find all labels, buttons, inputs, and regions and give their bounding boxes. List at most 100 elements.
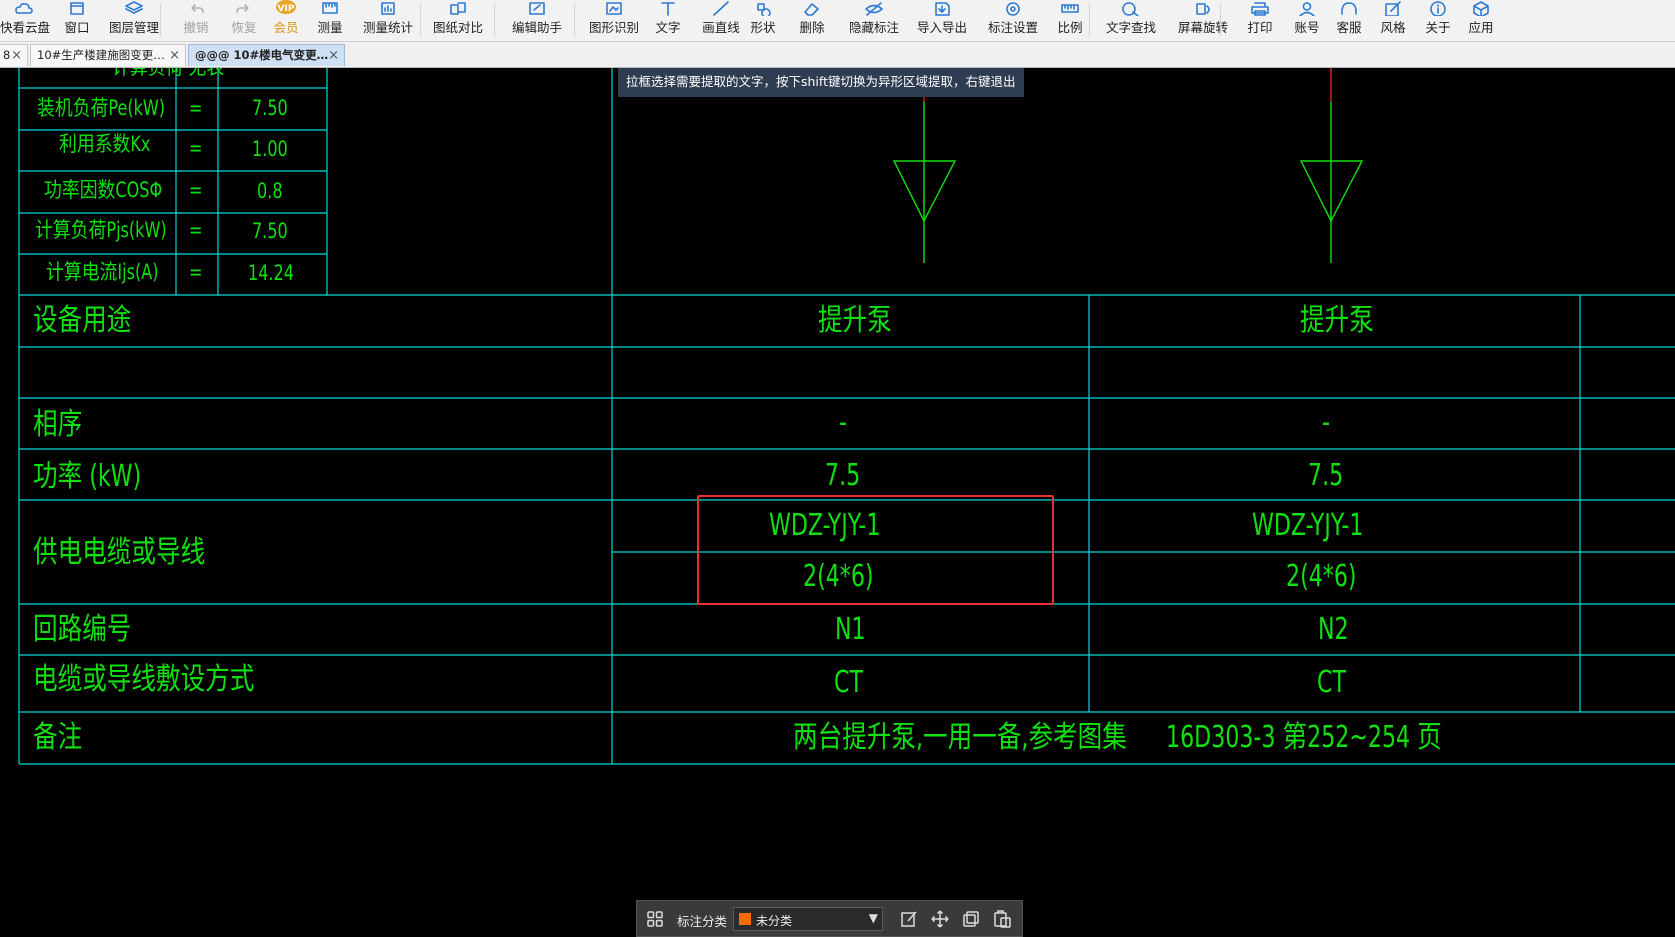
redo-icon <box>236 4 249 13</box>
toolbar-button-compare[interactable]: 图纸对比 <box>428 0 488 41</box>
toolbar-label: 图纸对比 <box>432 20 483 35</box>
toolbar-button-edit-assistant[interactable]: 编辑助手 <box>503 0 571 41</box>
toolbar-button-line[interactable]: 画直线 <box>695 0 747 41</box>
document-tab-bar: 8 × 10#生产楼建施图变更… × @@@ 10#楼电气变更… × <box>0 42 1675 68</box>
headset-icon <box>1341 2 1357 15</box>
toolbar-button-printer[interactable]: 打印 <box>1240 0 1280 41</box>
tab-document-2[interactable]: 10#生产楼建施图变更… × <box>30 44 186 66</box>
row-label-circuit: 回路编号 <box>33 612 132 647</box>
category-selected-value: 未分类 <box>756 914 793 928</box>
toolbar-label: 撤销 <box>183 20 209 35</box>
n1-laying: CT <box>834 665 863 700</box>
toolbar-button-redo[interactable]: 恢复 <box>223 0 265 41</box>
tab-document-3[interactable]: @@@ 10#楼电气变更… × <box>188 44 345 66</box>
toolbar-button-hide-eye[interactable]: 隐藏标注 <box>840 0 908 41</box>
toolbar-button-layers[interactable]: 图层管理 <box>105 0 163 41</box>
row-label-phase: 相序 <box>33 407 83 442</box>
n2-circuit: N2 <box>1318 612 1349 647</box>
copy-icon[interactable] <box>961 909 981 929</box>
toolbar-button-window[interactable]: 窗口 <box>57 0 97 41</box>
toolbar-button-style[interactable]: 风格 <box>1375 0 1411 41</box>
measure-stats-icon <box>381 2 395 15</box>
calc-value-ijs: 14.24 <box>248 261 294 285</box>
line-icon <box>713 1 729 16</box>
n1-circuit: N1 <box>835 612 866 647</box>
calc-table-partial-header: 计算负荷 无表 <box>112 68 224 78</box>
toolbar-label: 窗口 <box>64 20 90 35</box>
hide-eye-icon <box>865 2 883 16</box>
shape-recognition-icon <box>606 2 622 15</box>
toolbar-label: 测量 <box>317 20 343 35</box>
toolbar-label: 图层管理 <box>108 20 159 35</box>
close-icon[interactable]: × <box>328 45 339 66</box>
measure-icon <box>322 2 338 14</box>
toolbar-button-import-export[interactable]: 导入导出 <box>912 0 972 41</box>
vip-icon: VIP <box>276 0 296 14</box>
toolbar-button-shape[interactable]: 形状 <box>745 0 781 41</box>
calc-eq-cos: = <box>189 178 203 202</box>
toolbar-button-shape-recognition[interactable]: 图形识别 <box>582 0 646 41</box>
toolbar-button-eraser[interactable]: 删除 <box>792 0 832 41</box>
remark-text-b: 16D303-3 第252~254 页 <box>1166 720 1442 755</box>
toolbar-label: 关于 <box>1425 20 1451 35</box>
toolbar-label: 测量统计 <box>362 20 413 35</box>
toolbar-button-ruler[interactable]: 比例 <box>1050 0 1090 41</box>
toolbar-button-text[interactable]: 文字 <box>650 0 686 41</box>
toolbar-separator <box>1089 4 1090 36</box>
grid-icon[interactable] <box>645 909 665 929</box>
layers-icon <box>125 1 143 14</box>
move-icon[interactable] <box>930 909 950 929</box>
toolbar-button-cube[interactable]: 应用 <box>1463 0 1499 41</box>
n2-usage: 提升泵 <box>1300 303 1374 338</box>
toolbar-label: 删除 <box>799 20 825 35</box>
info-icon <box>1430 1 1446 16</box>
toolbar-button-rotate-screen[interactable]: 屏幕旋转 <box>1170 0 1236 41</box>
printer-icon <box>1251 2 1269 16</box>
n1-power: 7.5 <box>825 458 861 493</box>
calc-eq-pjs: = <box>189 218 203 242</box>
close-icon[interactable]: × <box>11 45 22 66</box>
edit-assistant-icon <box>529 2 545 15</box>
toolbar-label: 标注设置 <box>987 20 1038 35</box>
cube-icon <box>1473 1 1489 16</box>
edit-icon[interactable] <box>899 909 919 929</box>
user-icon <box>1299 2 1315 16</box>
paste-icon[interactable] <box>992 909 1012 929</box>
toolbar-button-text-search[interactable]: 文字查找 <box>1098 0 1164 41</box>
toolbar-button-measure[interactable]: 测量 <box>311 0 349 41</box>
calc-eq-kx: = <box>189 136 203 160</box>
drawing-canvas[interactable]: 计算负荷 无表 装机负荷Pe(kW) = 7.50 利用系数Kx = 1.00 … <box>0 68 1675 937</box>
toolbar-button-user[interactable]: 账号 <box>1288 0 1326 41</box>
tab-label: @@@ 10#楼电气变更… <box>195 48 329 62</box>
toolbar-label: 打印 <box>1247 20 1273 35</box>
extraction-hint-tooltip: 拉框选择需要提取的文字，按下shift键切换为异形区域提取，右键退出 <box>618 68 1024 97</box>
toolbar-label: 恢复 <box>231 20 257 35</box>
n2-cable-spec: 2(4*6) <box>1286 559 1357 594</box>
calc-label-pjs: 计算负荷Pjs(kW) <box>35 218 167 242</box>
text-search-icon <box>1122 2 1139 16</box>
annotation-category-select[interactable]: 未分类 ▼ <box>733 907 883 931</box>
tab-document-1[interactable]: 8 × <box>0 44 28 66</box>
toolbar-label: 编辑助手 <box>511 20 562 35</box>
shape-icon <box>757 3 771 16</box>
close-icon[interactable]: × <box>169 45 180 66</box>
n2-cable-type: WDZ-YJY-1 <box>1252 508 1364 543</box>
toolbar-button-cloud[interactable]: 快看云盘 <box>0 0 50 41</box>
calc-value-kx: 1.00 <box>252 137 288 161</box>
import-export-icon <box>935 2 950 16</box>
toolbar-label: 风格 <box>1380 20 1406 35</box>
toolbar-button-vip[interactable]: VIP 会员 <box>266 0 306 41</box>
toolbar-label: 文字查找 <box>1105 20 1156 35</box>
toolbar-button-headset[interactable]: 客服 <box>1331 0 1367 41</box>
toolbar-label: 应用 <box>1468 20 1494 35</box>
toolbar-button-annotation-settings[interactable]: 标注设置 <box>983 0 1043 41</box>
toolbar-label: 隐藏标注 <box>848 20 899 35</box>
toolbar-button-measure-stats[interactable]: 测量统计 <box>355 0 421 41</box>
calc-label-kx: 利用系数Kx <box>59 132 151 156</box>
toolbar-button-info[interactable]: 关于 <box>1420 0 1456 41</box>
text-extraction-selection-box[interactable] <box>697 495 1054 605</box>
annotation-category-label: 标注分类 <box>677 914 728 929</box>
window-icon <box>70 2 84 15</box>
n1-phase: - <box>839 405 847 440</box>
toolbar-button-undo[interactable]: 撤销 <box>175 0 217 41</box>
